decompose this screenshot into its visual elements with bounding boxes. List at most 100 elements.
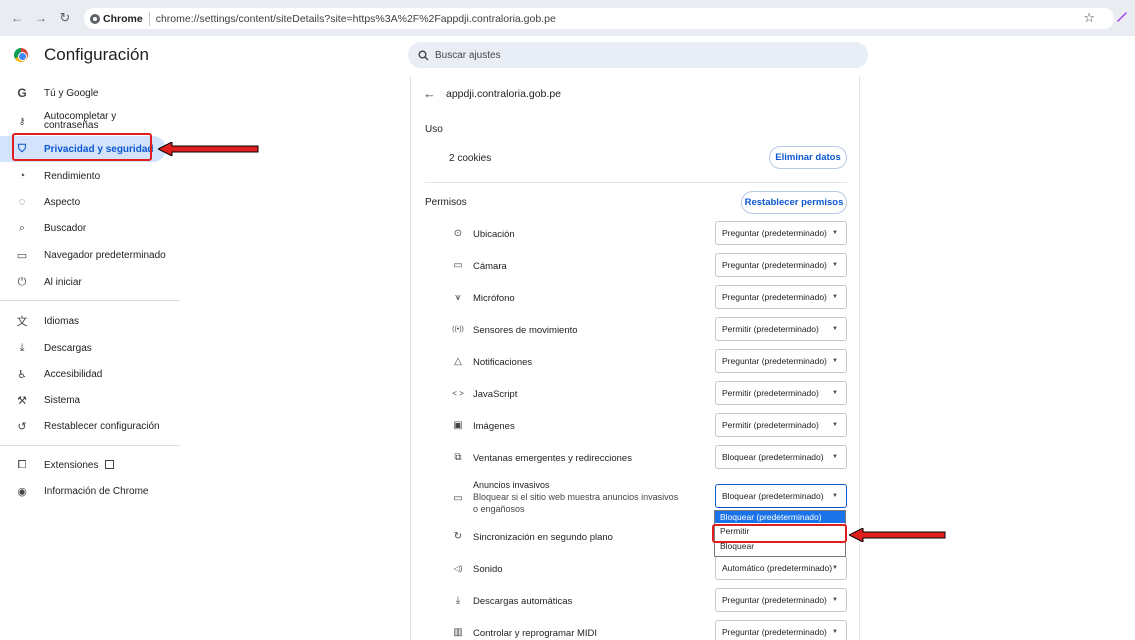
browser-window-icon: ▭ xyxy=(16,249,28,262)
select-value: Preguntar (predeterminado) xyxy=(722,228,827,238)
search-icon: ⌕ xyxy=(18,221,26,234)
address-bar[interactable]: Chrome chrome://settings/content/siteDet… xyxy=(84,8,1114,29)
permission-select[interactable]: Preguntar (predeterminado) ▼ xyxy=(715,285,847,309)
sidebar-item-downloads[interactable]: ⤓ Descargas xyxy=(0,335,180,361)
select-value: Preguntar (predeterminado) xyxy=(722,356,827,366)
permission-row-microphone: ⩛ Micrófono Preguntar (predeterminado) ▼ xyxy=(411,283,861,315)
caret-down-icon: ▼ xyxy=(832,565,838,571)
reset-permissions-button[interactable]: Restablecer permisos xyxy=(741,191,847,214)
sidebar-item-about-chrome[interactable]: ◉ Información de Chrome xyxy=(0,478,180,504)
sidebar-item-reset[interactable]: ↺ Restablecer configuración xyxy=(0,413,180,439)
back-icon[interactable]: ← xyxy=(8,9,26,27)
permission-select[interactable]: Permitir (predeterminado) ▼ xyxy=(715,317,847,341)
sidebar-item-performance[interactable]: ◔ Rendimiento xyxy=(0,163,180,189)
chip-label: Chrome xyxy=(103,12,143,25)
caret-down-icon: ▼ xyxy=(832,230,838,236)
caret-down-icon: ▼ xyxy=(832,294,838,300)
forward-icon[interactable]: → xyxy=(32,9,50,27)
permission-row-popups: ⧉ Ventanas emergentes y redirecciones Bl… xyxy=(411,443,861,475)
caret-down-icon: ▼ xyxy=(832,597,838,603)
browser-toolbar: ← → ↻ Chrome chrome://settings/content/s… xyxy=(0,0,1135,36)
select-value: Preguntar (predeterminado) xyxy=(722,595,827,605)
camera-icon: ▭ xyxy=(453,260,463,271)
sidebar-item-system[interactable]: ⚒ Sistema xyxy=(0,387,180,413)
sidebar-item-accessibility[interactable]: ♿ Accesibilidad xyxy=(0,361,180,387)
annotation-arrow-icon xyxy=(158,142,259,156)
sidebar-item-default-browser[interactable]: ▭ Navegador predeterminado xyxy=(0,242,180,268)
select-value: Preguntar (predeterminado) xyxy=(722,292,827,302)
sidebar-item-label: Aspecto xyxy=(44,196,81,208)
permission-row-sound: ◁) Sonido Automático (predeterminado) ▼ xyxy=(411,554,861,586)
chrome-logo-icon: ◉ xyxy=(17,485,27,498)
search-input[interactable] xyxy=(435,49,835,61)
ads-select[interactable]: Bloquear (predeterminado) ▼ xyxy=(715,484,847,508)
sidebar-item-on-startup[interactable]: ⏻ Al iniciar xyxy=(0,269,180,295)
annotation-arrow-icon xyxy=(849,528,946,542)
sidebar-item-label: Extensiones xyxy=(44,460,99,471)
permission-label: Cámara xyxy=(473,261,507,272)
settings-search[interactable] xyxy=(408,42,868,68)
permission-label: Sensores de movimiento xyxy=(473,325,578,336)
annotation-highlight-box xyxy=(712,524,847,543)
url-text[interactable]: chrome://settings/content/siteDetails?si… xyxy=(150,13,556,25)
permission-select[interactable]: Permitir (predeterminado) ▼ xyxy=(715,413,847,437)
ads-window-icon: ▭ xyxy=(453,493,463,504)
permission-select[interactable]: Permitir (predeterminado) ▼ xyxy=(715,381,847,405)
sidebar-item-languages[interactable]: 文 Idiomas xyxy=(0,308,180,334)
permission-row-motion-sensors: ((•)) Sensores de movimiento Permitir (p… xyxy=(411,315,861,347)
midi-icon: ▥ xyxy=(453,627,463,638)
popup-icon: ⧉ xyxy=(454,452,462,463)
sidebar-divider xyxy=(0,300,180,301)
sidebar-item-label: Accesibilidad xyxy=(44,368,103,380)
cookies-count: 2 cookies xyxy=(449,153,492,164)
permission-select[interactable]: Preguntar (predeterminado) ▼ xyxy=(715,253,847,277)
accessibility-icon: ♿ xyxy=(17,368,27,381)
reset-icon: ↺ xyxy=(17,420,27,433)
bell-icon: △ xyxy=(454,356,462,367)
key-icon: ⚷ xyxy=(18,115,26,126)
sidebar-item-label: Tú y Google xyxy=(44,87,99,99)
code-icon: < > xyxy=(452,389,464,398)
permissions-heading: Permisos xyxy=(425,197,467,208)
reload-icon[interactable]: ↻ xyxy=(56,9,74,27)
permission-label: Sincronización en segundo plano xyxy=(473,532,613,543)
site-domain: appdji.contraloria.gob.pe xyxy=(446,87,561,100)
sidebar-item-you-and-google[interactable]: G Tú y Google xyxy=(0,80,180,106)
sensors-icon: ((•)) xyxy=(452,326,464,333)
caret-down-icon: ▼ xyxy=(832,326,838,332)
permission-select[interactable]: Preguntar (predeterminado) ▼ xyxy=(715,588,847,612)
site-info-chip[interactable]: Chrome xyxy=(84,11,150,26)
ads-title: Anuncios invasivos xyxy=(473,480,550,490)
site-back-row[interactable]: ← appdji.contraloria.gob.pe xyxy=(423,86,561,101)
permission-label: Imágenes xyxy=(473,421,515,432)
sidebar-item-extensions-wrap: Extensiones xyxy=(44,460,115,471)
select-value: Permitir (predeterminado) xyxy=(722,420,819,430)
permission-select[interactable]: Preguntar (predeterminado) ▼ xyxy=(715,349,847,373)
sidebar-item-appearance[interactable]: ◌ Aspecto xyxy=(0,189,180,215)
download-icon: ⤓ xyxy=(19,341,25,354)
download-icon: ⤓ xyxy=(455,595,461,606)
arrow-back-icon[interactable]: ← xyxy=(423,86,436,101)
sidebar-item-label: Información de Chrome xyxy=(44,485,149,497)
permission-select[interactable]: Bloquear (predeterminado) ▼ xyxy=(715,445,847,469)
dropdown-option-block-default[interactable]: Bloquear (predeterminado) xyxy=(715,511,845,523)
clear-data-button[interactable]: Eliminar datos xyxy=(769,146,847,169)
bookmark-star-icon[interactable]: ☆ xyxy=(1083,10,1095,26)
permission-row-location: ⊙ Ubicación Preguntar (predeterminado) ▼ xyxy=(411,219,861,251)
sidebar-item-label: Autocompletar y contraseñas xyxy=(44,111,117,131)
select-value: Preguntar (predeterminado) xyxy=(722,627,827,637)
permission-select[interactable]: Preguntar (predeterminado) ▼ xyxy=(715,221,847,245)
permission-row-auto-downloads: ⤓ Descargas automáticas Preguntar (prede… xyxy=(411,586,861,618)
permission-select[interactable]: Automático (predeterminado) ▼ xyxy=(715,556,847,580)
google-g-icon: G xyxy=(17,86,27,100)
select-value: Preguntar (predeterminado) xyxy=(722,260,827,270)
microphone-icon: ⩛ xyxy=(455,292,461,303)
settings-header: Configuración xyxy=(0,36,1135,76)
palette-icon: ◌ xyxy=(18,196,26,208)
pen-icon[interactable] xyxy=(1115,9,1129,23)
sidebar-item-search-engine[interactable]: ⌕ Buscador xyxy=(0,215,180,241)
sidebar-item-autofill[interactable]: ⚷ Autocompletar y contraseñas xyxy=(0,108,180,134)
permission-select[interactable]: Preguntar (predeterminado) ▼ xyxy=(715,620,847,640)
sidebar-item-extensions[interactable]: ⧠ Extensiones xyxy=(0,452,180,478)
divider xyxy=(425,182,847,183)
